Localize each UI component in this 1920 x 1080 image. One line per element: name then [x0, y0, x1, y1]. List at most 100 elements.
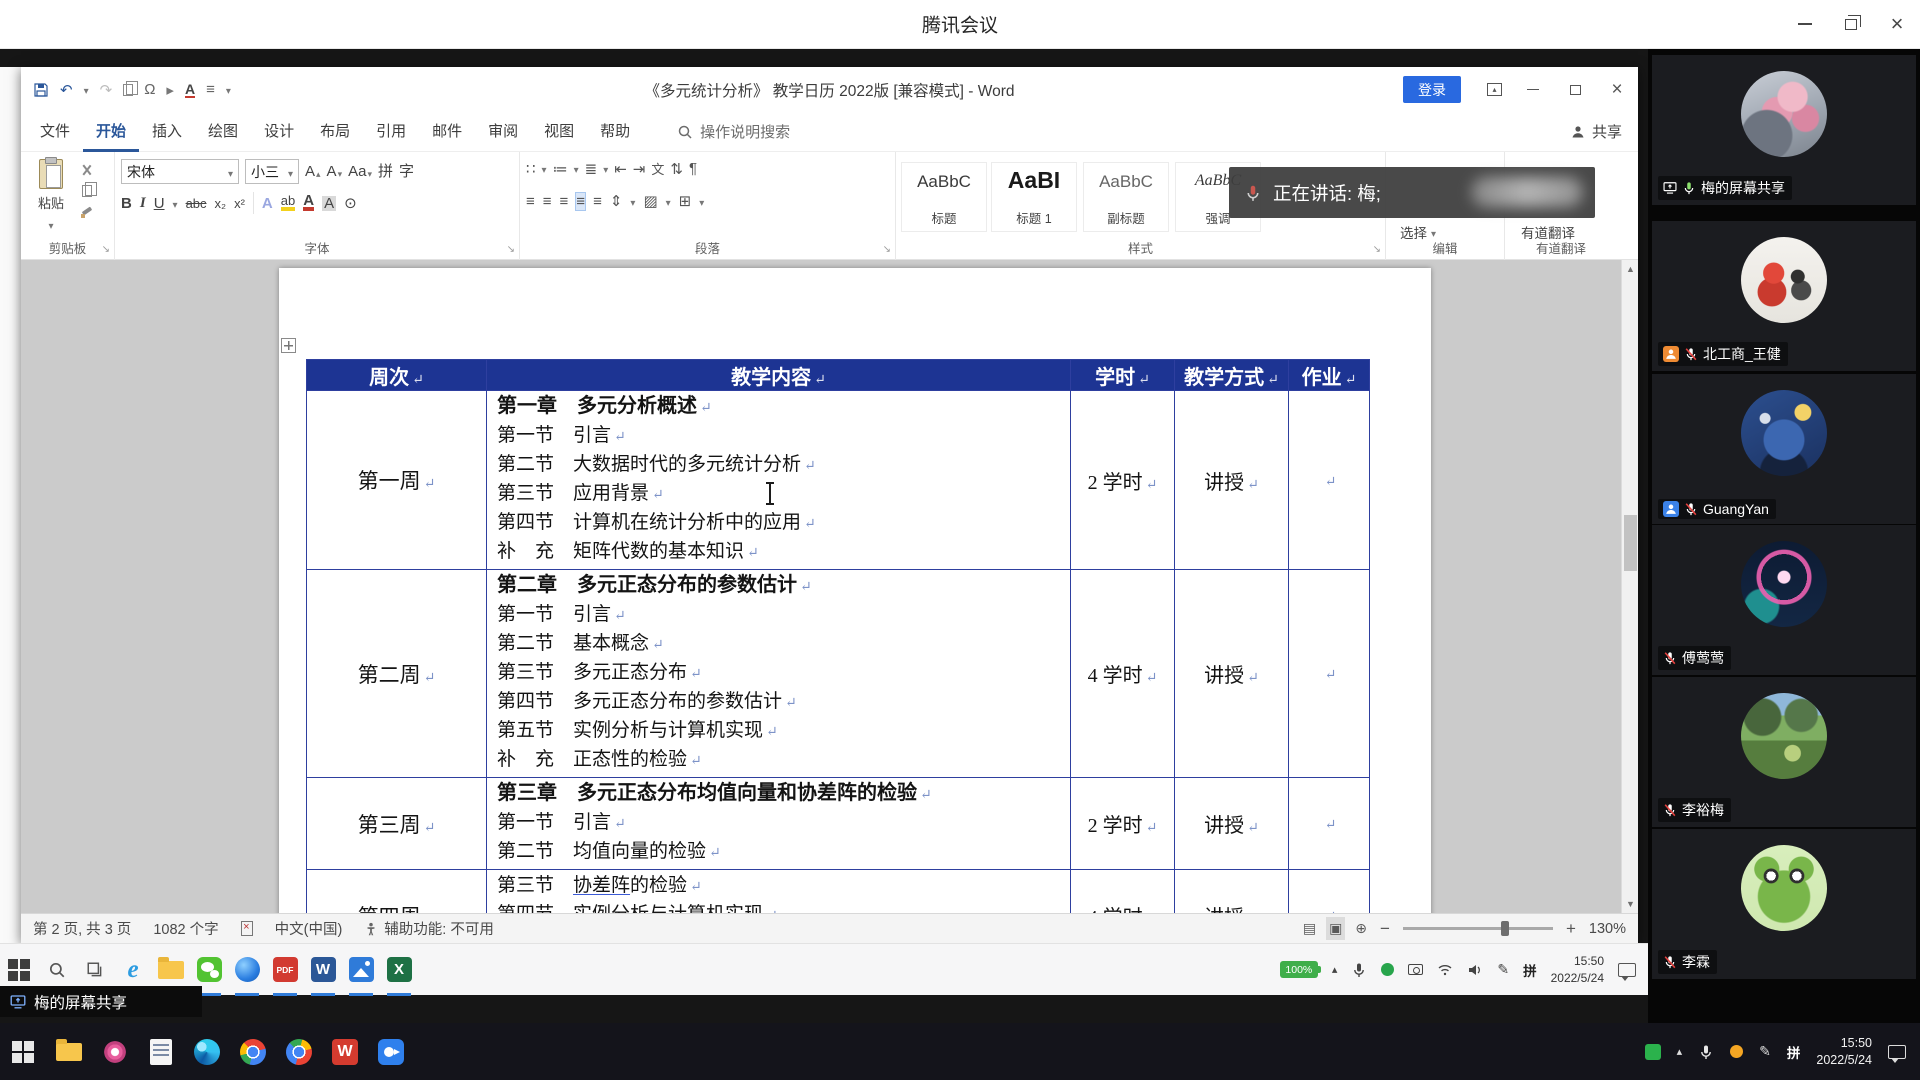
taskbar-browser2[interactable]: [276, 1023, 322, 1080]
word-maximize-button[interactable]: [1554, 67, 1596, 112]
increase-indent-icon[interactable]: [633, 160, 646, 178]
col-content[interactable]: 教学内容: [487, 360, 1071, 391]
borders-icon[interactable]: [679, 192, 692, 210]
youdao-tray-icon[interactable]: [1381, 963, 1394, 976]
web-layout-icon[interactable]: ⊕: [1355, 920, 1367, 937]
show-marks-icon[interactable]: [689, 160, 697, 177]
notification-icon[interactable]: [1888, 1045, 1906, 1059]
customize-qat-icon[interactable]: [226, 81, 231, 98]
chevron-down-icon[interactable]: [542, 160, 547, 177]
style-card-title[interactable]: AaBbC 标题: [901, 162, 987, 232]
tab-layout[interactable]: 布局: [307, 112, 363, 152]
week-cell[interactable]: 第二周: [307, 570, 487, 778]
taskbar-photos[interactable]: [342, 944, 380, 996]
tray-expand-icon[interactable]: [1677, 1045, 1683, 1058]
format-painter-icon[interactable]: [81, 206, 93, 218]
homework-cell[interactable]: [1289, 570, 1370, 778]
table-move-handle-icon[interactable]: [281, 338, 296, 353]
mic-icon[interactable]: [1698, 1044, 1714, 1060]
scroll-down-arrow[interactable]: ▼: [1622, 895, 1638, 913]
phonetic-guide-button[interactable]: 拼: [378, 164, 393, 179]
content-cell[interactable]: 第三节 协差阵的检验 第四节 实例分析与计算机实现 专题一 R 软件介绍（一）：…: [487, 870, 1071, 914]
decrease-indent-icon[interactable]: [614, 160, 627, 178]
login-button[interactable]: 登录: [1403, 76, 1461, 103]
bold-button[interactable]: [121, 196, 132, 211]
paragraph-dialog-launcher-icon[interactable]: [883, 244, 891, 255]
mic-icon[interactable]: [1351, 962, 1367, 978]
font-color-button[interactable]: [303, 195, 314, 211]
grow-font-button[interactable]: A▴: [305, 164, 321, 179]
participant-tile[interactable]: 李裕梅: [1652, 677, 1916, 827]
tab-file[interactable]: 文件: [27, 112, 83, 152]
start-button[interactable]: [0, 1023, 46, 1080]
remote-clock[interactable]: 15:50 2022/5/24: [1551, 953, 1604, 985]
scroll-up-arrow[interactable]: ▲: [1622, 260, 1638, 278]
cut-icon[interactable]: [81, 164, 93, 176]
hours-cell[interactable]: 2 学时: [1071, 391, 1175, 570]
method-cell[interactable]: 讲授: [1175, 570, 1289, 778]
sort-icon[interactable]: [670, 160, 683, 178]
save-icon[interactable]: [33, 82, 49, 98]
taskbar-word[interactable]: W: [304, 944, 342, 996]
enclose-character-button[interactable]: 字: [399, 164, 414, 179]
col-week[interactable]: 周次: [307, 360, 487, 391]
send-icon[interactable]: [166, 81, 174, 99]
italic-button[interactable]: [140, 196, 146, 211]
meeting-close-button[interactable]: [1874, 0, 1920, 48]
superscript-button[interactable]: [234, 197, 245, 210]
screenshot-tray-icon[interactable]: [1408, 964, 1423, 975]
font-size-select[interactable]: 小三: [245, 159, 299, 184]
content-cell[interactable]: 第三章 多元正态分布均值向量和协差阵的检验 第一节 引言 第二节 均值向量的检验: [487, 778, 1071, 870]
taskbar-browser[interactable]: [228, 944, 266, 996]
clipboard-dialog-launcher-icon[interactable]: [102, 244, 110, 255]
read-mode-icon[interactable]: ▤: [1303, 920, 1316, 937]
youdao-tray-icon[interactable]: [1645, 1044, 1661, 1060]
line-spacing-icon[interactable]: [610, 192, 623, 210]
scrollbar-thumb[interactable]: [1624, 515, 1637, 571]
language-indicator[interactable]: 中文(中国): [275, 918, 343, 939]
enclose-button[interactable]: [344, 196, 357, 211]
zoom-out-button[interactable]: −: [1380, 920, 1390, 937]
homework-cell[interactable]: [1289, 391, 1370, 570]
print-layout-icon[interactable]: ▣: [1329, 920, 1342, 937]
homework-cell[interactable]: [1289, 870, 1370, 914]
asian-layout-icon[interactable]: [651, 159, 664, 178]
undo-dropdown-icon[interactable]: [84, 81, 89, 98]
tab-help[interactable]: 帮助: [587, 112, 643, 152]
hours-cell[interactable]: 4 学时: [1071, 870, 1175, 914]
align-left-icon[interactable]: [526, 193, 535, 210]
participant-tile[interactable]: GuangYan: [1652, 374, 1916, 524]
subscript-button[interactable]: [215, 197, 227, 210]
ime-indicator[interactable]: 拼: [1787, 1042, 1801, 1062]
content-cell[interactable]: 第一章 多元分析概述 第一节 引言 第二节 大数据时代的多元统计分析 第三节 应…: [487, 391, 1071, 570]
tab-view[interactable]: 视图: [531, 112, 587, 152]
tray-expand-icon[interactable]: [1332, 963, 1338, 976]
copy-icon[interactable]: [82, 185, 92, 197]
align-center-icon[interactable]: [543, 193, 552, 210]
participant-tile[interactable]: 傅莺莺: [1652, 525, 1916, 675]
chevron-down-icon[interactable]: [630, 193, 635, 210]
underline-dropdown-icon[interactable]: [173, 195, 178, 211]
col-hours[interactable]: 学时: [1071, 360, 1175, 391]
participant-tile[interactable]: 李霖: [1652, 829, 1916, 979]
tab-home[interactable]: 开始: [83, 112, 139, 152]
pages-icon[interactable]: [123, 84, 133, 96]
participant-tile[interactable]: 北工商_王健: [1652, 221, 1916, 371]
style-card-heading1[interactable]: AaBI 标题 1: [991, 162, 1077, 232]
distribute-icon[interactable]: [593, 193, 602, 210]
underline-button[interactable]: [154, 196, 165, 211]
status-dot-icon[interactable]: [1730, 1045, 1743, 1058]
taskbar-excel[interactable]: X: [380, 944, 418, 996]
symbol-icon[interactable]: [144, 81, 155, 98]
change-case-button[interactable]: Aa▾: [348, 164, 372, 179]
ribbon-display-options-icon[interactable]: [1487, 83, 1502, 96]
col-method[interactable]: 教学方式: [1175, 360, 1289, 391]
taskbar-paint3d[interactable]: [92, 1023, 138, 1080]
font-name-select[interactable]: 宋体: [121, 159, 239, 184]
speaker-icon[interactable]: [1467, 962, 1483, 978]
hours-cell[interactable]: 4 学时: [1071, 570, 1175, 778]
character-shading-button[interactable]: [322, 196, 336, 211]
taskbar-chrome[interactable]: [230, 1023, 276, 1080]
proofing-error-icon[interactable]: [241, 921, 253, 936]
shading-icon[interactable]: [643, 192, 657, 210]
